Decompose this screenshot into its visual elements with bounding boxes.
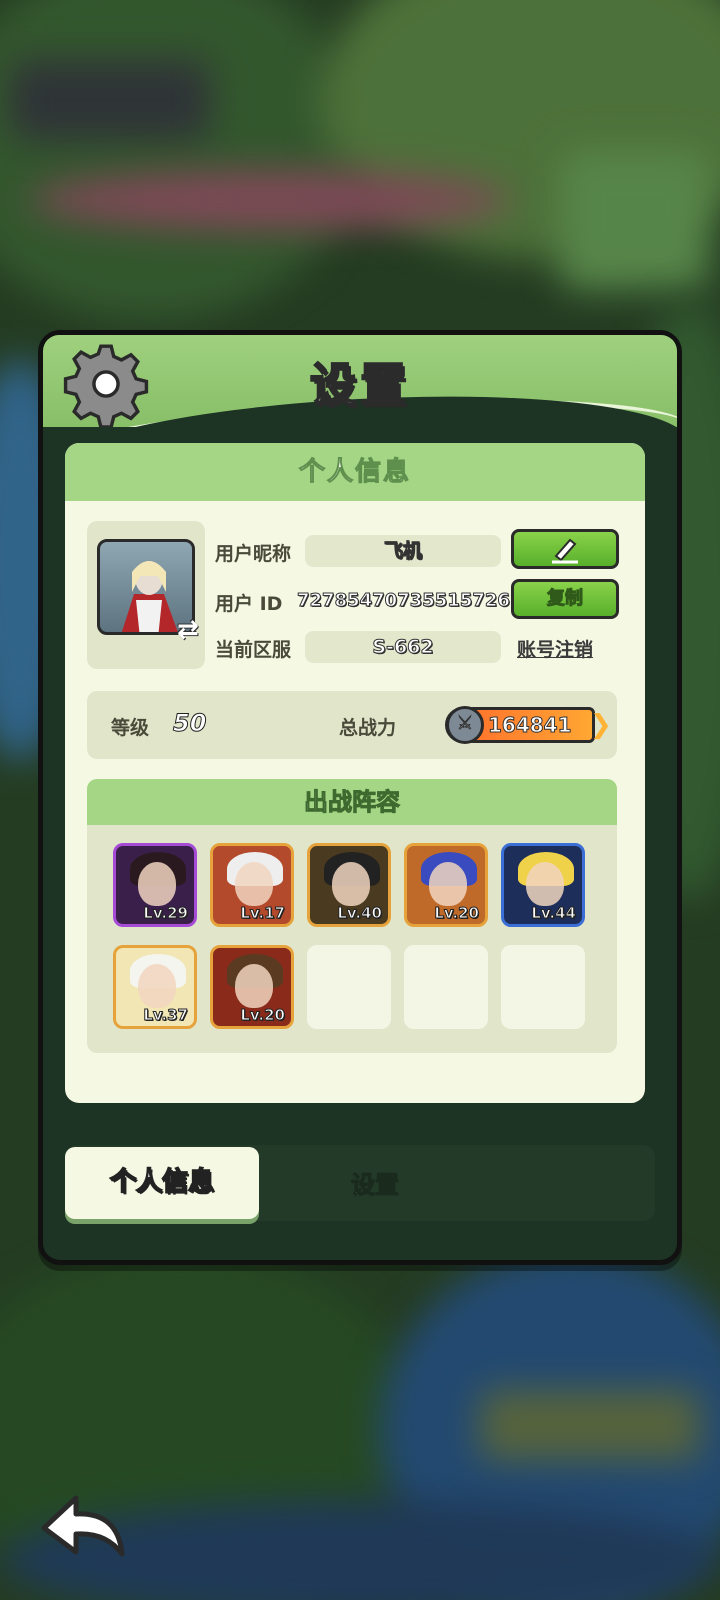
hero-portrait-face [138,862,176,906]
hero-slot[interactable]: Lv.44 [501,843,585,927]
profile-info-card: 个人信息 ⇄ 用户昵称 飞机 用户 ID 72785470735515726 复… [65,443,645,1103]
empty-hero-slot[interactable] [307,945,391,1029]
hero-level: Lv.44 [531,904,577,923]
flame-tail-icon: ❯ [590,710,612,740]
hero-slot[interactable]: Lv.40 [307,843,391,927]
back-arrow-icon[interactable] [36,1490,128,1562]
tab-settings[interactable]: 设置 [315,1155,435,1215]
hero-portrait-face [332,862,370,906]
level-label: 等级 [111,717,150,739]
hero-slot[interactable]: Lv.20 [404,843,488,927]
hero-slot[interactable]: Lv.37 [113,945,197,1029]
server-label: 当前区服 [215,639,292,661]
nickname-label: 用户昵称 [215,543,292,565]
uid-label: 用户 ID [215,593,283,615]
battle-lineup: 出战阵容 Lv.29 Lv.17 Lv.40 Lv.20 Lv.44 Lv.37 Lv.20 [87,779,617,1053]
hero-level: Lv.17 [240,904,286,923]
hero-portrait-face [138,964,176,1008]
profile-card-header: 个人信息 [65,443,645,501]
cancel-account-link[interactable]: 账号注销 [517,635,593,662]
empty-hero-slot[interactable] [501,945,585,1029]
swap-avatar-icon[interactable]: ⇄ [177,617,207,643]
avatar-frame: ⇄ [87,521,205,669]
power-label: 总战力 [339,717,397,739]
copy-uid-button[interactable]: 复制 [511,579,619,619]
lineup-header: 出战阵容 [87,779,617,825]
nickname-value: 飞机 [305,535,501,567]
level-value: 50 [172,709,207,738]
empty-hero-slot[interactable] [404,945,488,1029]
edit-nickname-button[interactable] [511,529,619,569]
hero-portrait-face [235,964,273,1008]
tab-personal-info[interactable]: 个人信息 [65,1147,259,1219]
server-value: S-662 [305,631,501,663]
hero-portrait-face [429,862,467,906]
dialog-title: 设置 [309,357,410,413]
hero-slot[interactable]: Lv.29 [113,843,197,927]
hero-slot[interactable]: Lv.20 [210,945,294,1029]
hero-portrait-face [235,862,273,906]
power-value: 164841 [488,713,572,738]
hero-slot[interactable]: Lv.17 [210,843,294,927]
settings-tab-bar: 个人信息 设置 [65,1145,655,1221]
hero-portrait-face [526,862,564,906]
pencil-icon [552,538,578,564]
hero-level: Lv.40 [337,904,383,923]
hero-level: Lv.20 [434,904,480,923]
hero-level: Lv.20 [240,1006,286,1025]
crossed-swords-icon: ⚔ [446,706,484,744]
stats-bar: 等级 50 总战力 ⚔ 164841 ❯ [87,691,617,759]
uid-value: 72785470735515726 [297,590,511,612]
settings-dialog: 设置 个人信息 ⇄ 用户昵称 飞机 用户 ID 7278547073551572… [38,330,682,1265]
hero-level: Lv.37 [143,1006,189,1025]
combat-power-badge: ⚔ 164841 ❯ [445,706,612,744]
hero-level: Lv.29 [143,904,189,923]
